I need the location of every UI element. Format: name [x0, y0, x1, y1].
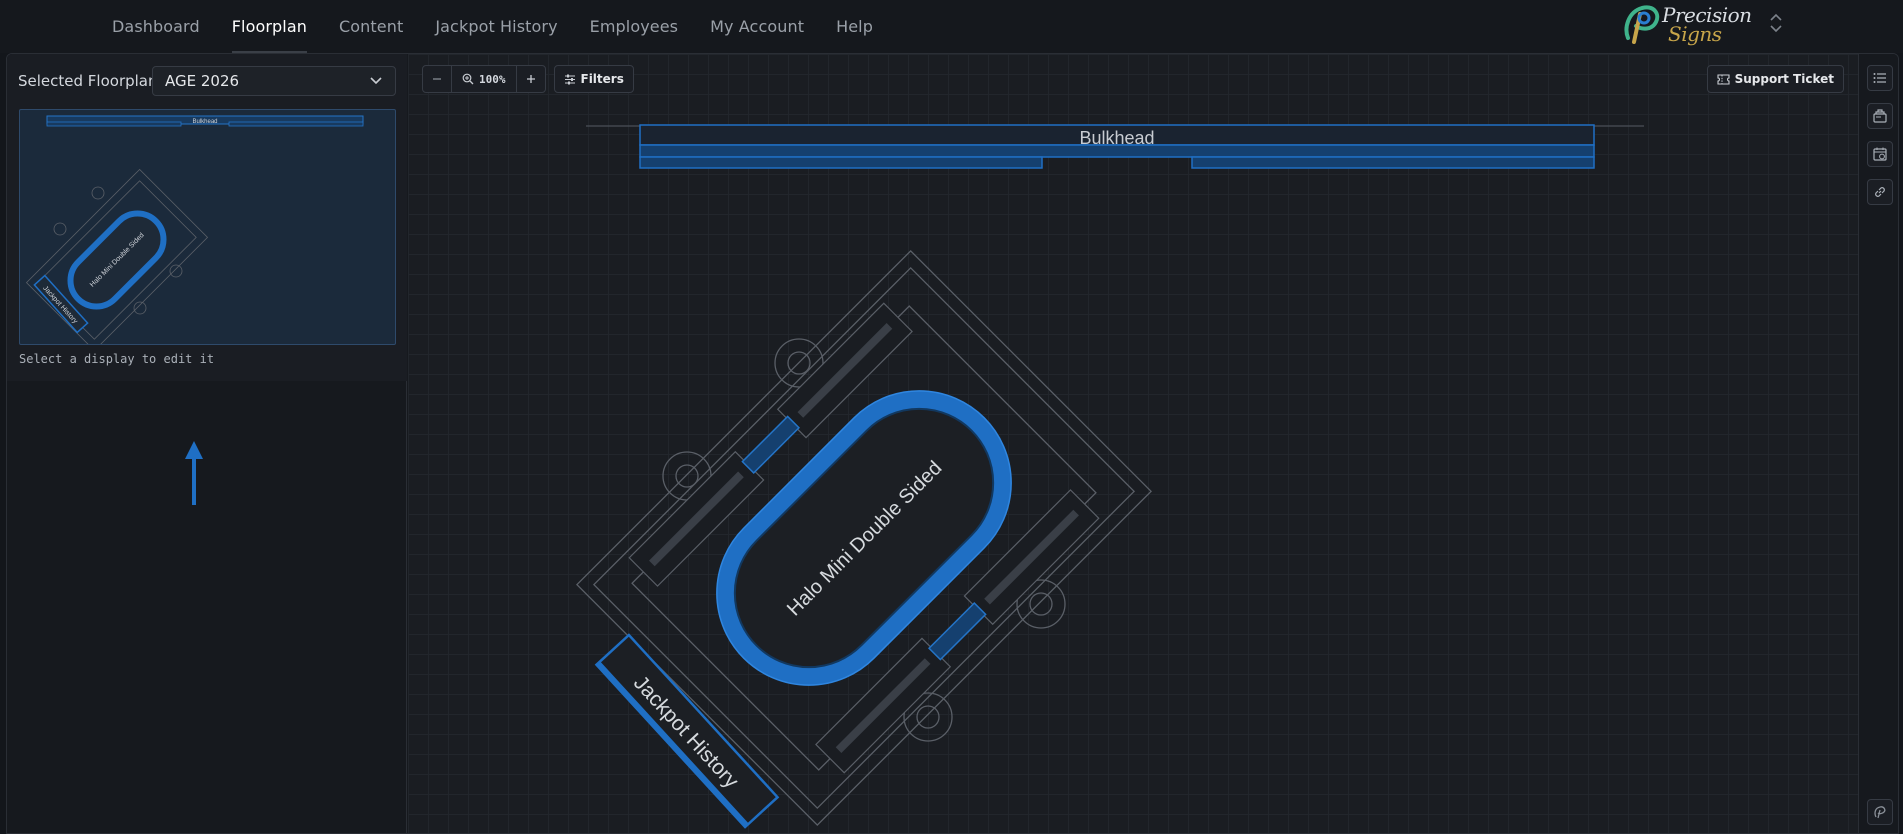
floorplan-drawing: Bulkhead Halo Mini Double Sided Jackpot …	[575, 124, 1644, 829]
ticket-icon	[1717, 73, 1730, 85]
thumbnail-drawing: Bulkhead Halo Mini Double Sided Jackpot …	[25, 115, 364, 344]
calendar-clock-icon	[1873, 147, 1887, 161]
mini-display[interactable]	[741, 415, 801, 475]
thumb-bulkhead-label: Bulkhead	[192, 119, 217, 125]
precision-signs-logo[interactable]: Precision Signs	[1622, 2, 1752, 46]
sliders-icon	[564, 74, 575, 84]
zoom-icon	[462, 73, 474, 85]
filters-label: Filters	[580, 72, 624, 86]
layers-icon	[1873, 109, 1887, 123]
nav-jackpot-history[interactable]: Jackpot History	[419, 0, 573, 53]
chevron-up-down-icon[interactable]	[1768, 12, 1784, 34]
thumb-seat	[53, 222, 67, 236]
schedule-button[interactable]	[1867, 141, 1893, 167]
zoom-in-button[interactable]	[517, 66, 545, 92]
nav-dashboard[interactable]: Dashboard	[96, 0, 216, 53]
nav-employees[interactable]: Employees	[574, 0, 694, 53]
thumb-seat	[169, 264, 183, 278]
chevron-down-icon	[370, 77, 382, 85]
arrow-up-icon	[185, 441, 203, 505]
brand-button[interactable]	[1867, 799, 1893, 825]
floorplan-thumbnail[interactable]: Bulkhead Halo Mini Double Sided Jackpot …	[19, 109, 396, 345]
link-button[interactable]	[1867, 179, 1893, 205]
filters-button[interactable]: Filters	[553, 65, 634, 93]
floorplan-canvas[interactable]: Bulkhead Halo Mini Double Sided Jackpot …	[408, 54, 1858, 833]
list-icon	[1873, 73, 1886, 83]
support-ticket-button[interactable]: Support Ticket	[1706, 65, 1844, 93]
bulkhead-label: Bulkhead	[1079, 128, 1154, 148]
thumb-seat	[91, 186, 105, 200]
zoom-out-button[interactable]	[423, 66, 451, 92]
list-view-button[interactable]	[1867, 65, 1893, 91]
plus-icon	[526, 75, 535, 83]
canvas-toolbar: 100% Filters	[422, 65, 634, 93]
nav-content[interactable]: Content	[323, 0, 419, 53]
logo-line-2: Signs	[1668, 22, 1722, 46]
logo-mark-icon	[1874, 806, 1886, 819]
thumb-bulkhead-right	[228, 121, 364, 127]
minus-icon	[433, 78, 441, 80]
zoom-level[interactable]: 100%	[451, 66, 517, 92]
layers-button[interactable]	[1867, 103, 1893, 129]
edit-hint: Select a display to edit it	[19, 352, 215, 366]
nav-floorplan[interactable]: Floorplan	[216, 0, 323, 53]
top-navigation-bar: Dashboard Floorplan Content Jackpot Hist…	[0, 0, 1903, 53]
thumb-seat	[133, 301, 147, 315]
logo-mark-icon	[1624, 5, 1660, 44]
link-icon	[1875, 187, 1885, 197]
mini-display[interactable]	[927, 601, 987, 661]
bulkhead-display[interactable]: Bulkhead	[639, 124, 1595, 169]
main-nav: Dashboard Floorplan Content Jackpot Hist…	[96, 0, 889, 53]
selected-floorplan-label: Selected Floorplan	[18, 72, 158, 90]
floorplan-selector-panel: Selected Floorplan AGE 2026 Bulkhead Hal…	[7, 54, 407, 381]
workspace: Selected Floorplan AGE 2026 Bulkhead Hal…	[6, 53, 1899, 834]
bulkhead-left-panel	[639, 156, 1043, 169]
floorplan-select[interactable]: AGE 2026	[152, 66, 396, 96]
floorplan-select-value: AGE 2026	[165, 72, 240, 90]
zoom-value: 100%	[479, 72, 506, 86]
right-tool-rail	[1858, 54, 1898, 833]
zoom-controls: 100%	[422, 65, 546, 93]
jackpot-history-label: Jackpot History	[629, 671, 743, 793]
thumb-bulkhead-left	[46, 121, 182, 127]
bulkhead-right-panel	[1191, 156, 1595, 169]
support-ticket-label: Support Ticket	[1734, 72, 1834, 86]
floorplan-sidebar: Selected Floorplan AGE 2026 Bulkhead Hal…	[7, 54, 407, 833]
nav-my-account[interactable]: My Account	[694, 0, 820, 53]
nav-help[interactable]: Help	[820, 0, 889, 53]
